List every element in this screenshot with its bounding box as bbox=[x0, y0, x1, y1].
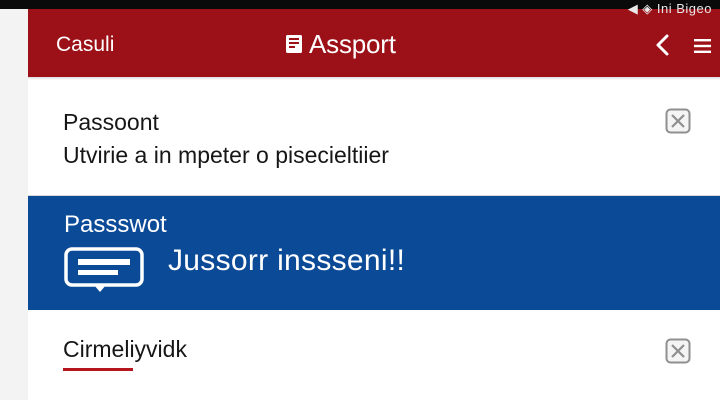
chevron-left-icon[interactable] bbox=[652, 33, 674, 57]
id-card-icon bbox=[64, 247, 144, 292]
document-icon bbox=[286, 35, 302, 53]
left-gutter bbox=[0, 9, 28, 400]
title-underline bbox=[63, 368, 133, 371]
close-box-icon[interactable] bbox=[665, 108, 691, 134]
status-bar bbox=[0, 0, 720, 9]
hamburger-menu-icon[interactable] bbox=[694, 39, 711, 53]
list-item-highlight-text: Jussorr inssseni!! bbox=[168, 244, 406, 277]
list-item-title: Passoont bbox=[63, 109, 159, 135]
app-bar-left-label[interactable]: Casuli bbox=[56, 31, 114, 59]
list-item-selected[interactable]: Passswot Jussorr inssseni!! bbox=[28, 196, 720, 310]
list-item-title: Passswot bbox=[64, 211, 167, 238]
app-bar: Casuli Assport bbox=[28, 9, 720, 77]
list-item-title: Cirmeliyvidk bbox=[63, 336, 187, 362]
close-box-icon[interactable] bbox=[665, 338, 691, 364]
item-list: Passoont Utvirie a in mpeter o pisecielt… bbox=[28, 77, 720, 400]
list-item[interactable]: Passoont Utvirie a in mpeter o pisecielt… bbox=[28, 77, 720, 196]
list-item-subtitle: Utvirie a in mpeter o pisecieltiier bbox=[63, 142, 389, 168]
app-bar-title-group: Assport bbox=[285, 28, 396, 60]
status-bar-text: ◀ ◈ Ini Bigeo bbox=[627, 1, 712, 16]
page-title: Assport bbox=[309, 29, 396, 59]
list-item[interactable]: Cirmeliyvidk bbox=[28, 310, 720, 400]
app-bar-shadow bbox=[28, 77, 720, 80]
